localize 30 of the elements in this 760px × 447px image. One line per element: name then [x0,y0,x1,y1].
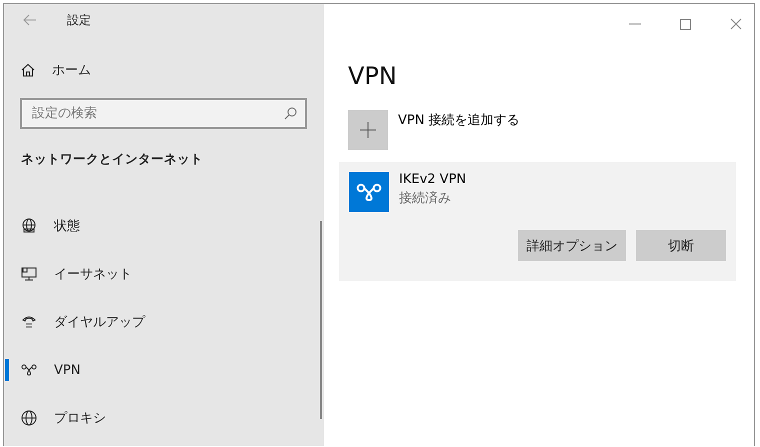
search-icon [284,107,297,120]
plus-icon [360,122,376,138]
window-title: 設定 [67,12,91,28]
home-icon [21,63,35,77]
page-heading: VPN [348,62,397,90]
add-vpn-label[interactable]: VPN 接続を追加する [398,111,520,129]
nav-item[interactable]: イーサネット [4,250,324,298]
nav-item[interactable]: 状態 [4,202,324,250]
action-button[interactable]: 切断 [636,230,726,261]
monitor-icon [21,266,37,282]
scrollbar[interactable] [320,221,322,419]
vpn-icon [21,364,37,376]
connection-name: IKEv2 VPN [399,172,466,187]
nav-item[interactable]: ダイヤルアップ [4,298,324,346]
back-arrow-icon[interactable] [23,14,37,26]
search-field[interactable]: 設定の検索 [20,98,307,129]
maximize-icon[interactable] [680,18,691,30]
vpn-tile-icon [349,172,389,212]
nav-item[interactable]: プロキシ [4,394,324,442]
phone-icon [21,314,37,330]
vpn-connection-card[interactable]: IKEv2 VPN 接続済み 詳細オプション 切断 [339,162,736,281]
action-button[interactable]: 詳細オプション [518,230,626,261]
globe-icon [21,410,37,426]
close-icon[interactable] [730,18,742,30]
section-heading: ネットワークとインターネット [21,151,203,168]
network-globe-icon [21,218,37,234]
nav-item[interactable]: VPN [4,346,324,394]
connection-status: 接続済み [399,190,451,207]
minimize-icon[interactable] [629,23,641,25]
home-link[interactable]: ホーム [4,60,91,80]
